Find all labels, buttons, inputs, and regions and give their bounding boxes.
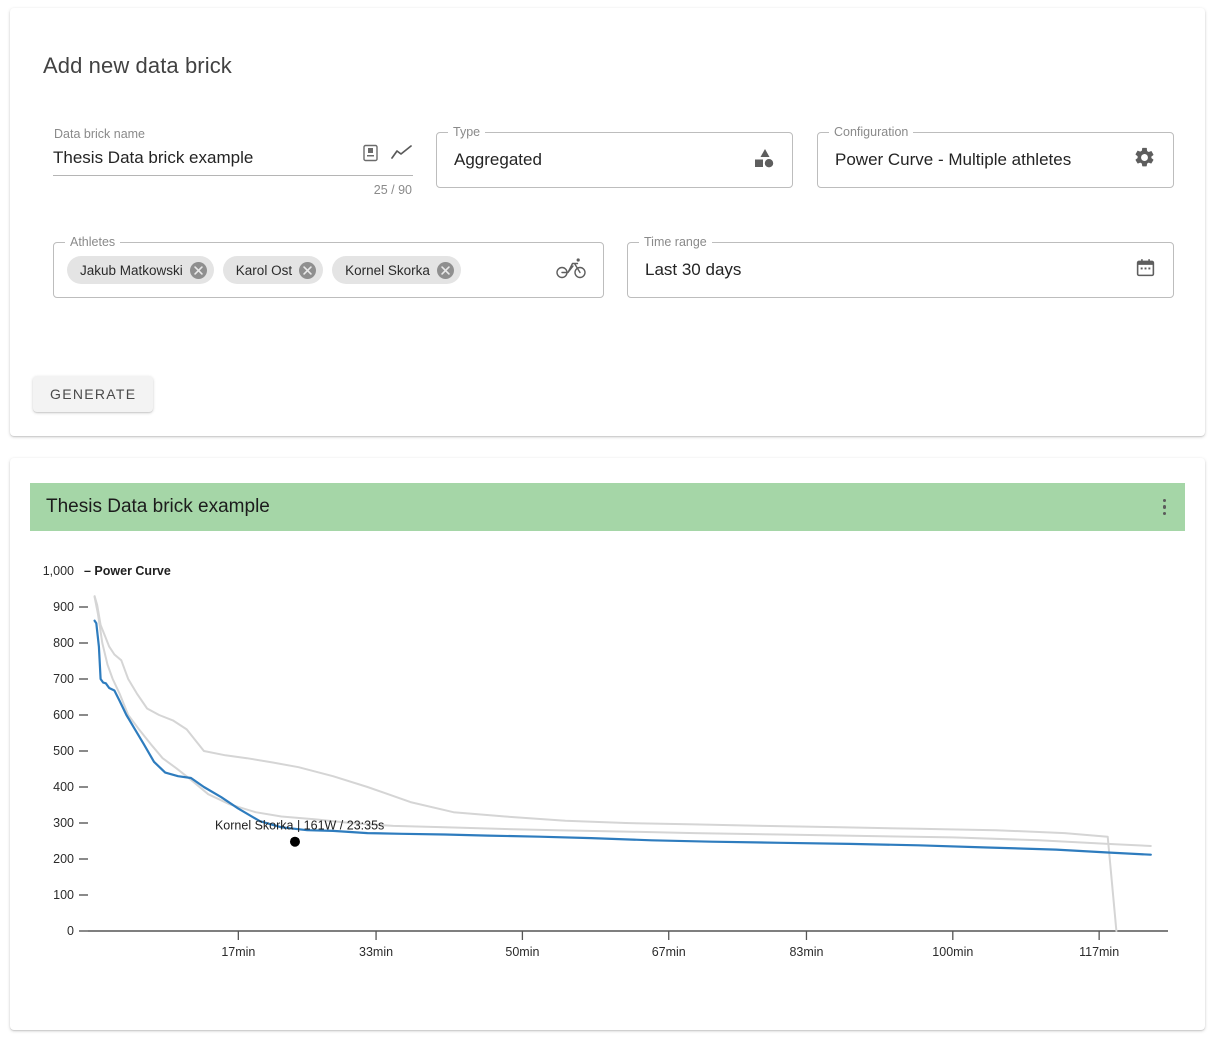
athletes-field[interactable]: Athletes Jakub Matkowski Karol Ost Korne… (53, 235, 604, 298)
close-circle-icon[interactable] (299, 261, 317, 279)
character-counter: 25 / 90 (373, 183, 412, 197)
close-circle-icon[interactable] (436, 261, 454, 279)
y-axis-tick-label: 400 (53, 780, 74, 794)
x-axis-tick-label: 117min (1079, 945, 1119, 959)
athlete-chip-label: Kornel Skorka (345, 262, 430, 278)
chart-annotation-marker[interactable] (289, 836, 300, 847)
power-curve-chart: 0 100 200 300 400 500 600 700 800 900 1,000 – Power… (30, 531, 1185, 1011)
add-data-brick-card: Add new data brick Data brick name Thesi… (10, 8, 1205, 436)
save-icon[interactable] (363, 144, 378, 167)
kebab-menu-icon[interactable] (1158, 493, 1172, 522)
y-axis-tick-label: 500 (53, 744, 74, 758)
x-axis-tick-label: 67min (652, 945, 686, 959)
x-axis-tick-label: 50min (505, 945, 539, 959)
data-brick-name-icons (363, 144, 413, 169)
athletes-body[interactable]: Jakub Matkowski Karol Ost Kornel Skorka (54, 243, 603, 297)
athlete-chip[interactable]: Karol Ost (222, 256, 324, 284)
athlete-chip[interactable]: Jakub Matkowski (67, 256, 214, 284)
athlete-chip-label: Karol Ost (235, 262, 293, 278)
page-title: Add new data brick (43, 53, 232, 78)
data-brick-name-row[interactable]: Thesis Data brick example (53, 144, 413, 176)
y-axis-tick-label: 1,000 (43, 564, 74, 578)
configuration-body[interactable]: Power Curve - Multiple athletes (818, 133, 1173, 187)
athletes-label: Athletes (65, 235, 121, 249)
configuration-label: Configuration (829, 125, 914, 139)
close-circle-icon[interactable] (189, 261, 207, 279)
bicycle-icon[interactable] (556, 257, 586, 284)
data-brick-name-input[interactable]: Thesis Data brick example (53, 147, 363, 169)
x-axis-tick-label: 100min (932, 945, 973, 959)
configuration-value: Power Curve - Multiple athletes (835, 150, 1072, 169)
chart-card-header: Thesis Data brick example (30, 483, 1185, 531)
data-brick-name-label: Data brick name (54, 127, 146, 141)
y-axis-title: – Power Curve (84, 564, 171, 578)
time-range-label: Time range (639, 235, 712, 249)
y-axis-tick-label: 900 (53, 600, 74, 614)
y-axis-tick-label: 800 (53, 636, 74, 650)
gear-icon[interactable] (1133, 146, 1156, 174)
configuration-field[interactable]: Configuration Power Curve - Multiple ath… (817, 125, 1174, 188)
x-axis-tick-label: 33min (359, 945, 393, 959)
type-field[interactable]: Type Aggregated (436, 125, 793, 188)
y-axis-tick-label: 700 (53, 672, 74, 686)
type-body[interactable]: Aggregated (437, 133, 792, 187)
x-axis-tick-label: 83min (789, 945, 823, 959)
chart-series-line (93, 595, 1118, 932)
data-brick-name-field[interactable]: Data brick name Thesis Data brick exampl… (53, 126, 413, 197)
chart-series-line (93, 595, 1152, 847)
line-chart-icon[interactable] (391, 145, 413, 166)
y-axis-tick-label: 200 (53, 852, 74, 866)
athlete-chip-list: Jakub Matkowski Karol Ost Kornel Skorka (67, 256, 556, 284)
y-axis-tick-label: 600 (53, 708, 74, 722)
chart-card-title: Thesis Data brick example (46, 496, 270, 517)
x-axis-tick-label: 17min (221, 945, 255, 959)
shapes-icon[interactable] (751, 146, 775, 175)
data-brick-result-card: Thesis Data brick example 0 100 200 300 400 5… (10, 458, 1205, 1030)
time-range-value: Last 30 days (645, 260, 742, 279)
chart-annotation-label: Kornel Skorka | 161W / 23:35s (215, 819, 384, 833)
app-root: Add new data brick Data brick name Thesi… (0, 0, 1215, 1055)
time-range-body[interactable]: Last 30 days (628, 243, 1173, 297)
y-axis-tick-label: 0 (67, 924, 74, 938)
athlete-chip[interactable]: Kornel Skorka (332, 256, 461, 284)
y-axis-tick-label: 300 (53, 816, 74, 830)
type-value: Aggregated (454, 150, 542, 169)
generate-button[interactable]: GENERATE (33, 376, 154, 412)
calendar-icon[interactable] (1135, 257, 1156, 283)
time-range-field[interactable]: Time range Last 30 days (627, 235, 1174, 298)
y-axis-tick-label: 100 (53, 888, 74, 902)
type-label: Type (448, 125, 486, 139)
athlete-chip-label: Jakub Matkowski (80, 262, 183, 278)
power-curve-plot: 0 100 200 300 400 500 600 700 800 900 1,000 – Power… (43, 564, 1168, 959)
